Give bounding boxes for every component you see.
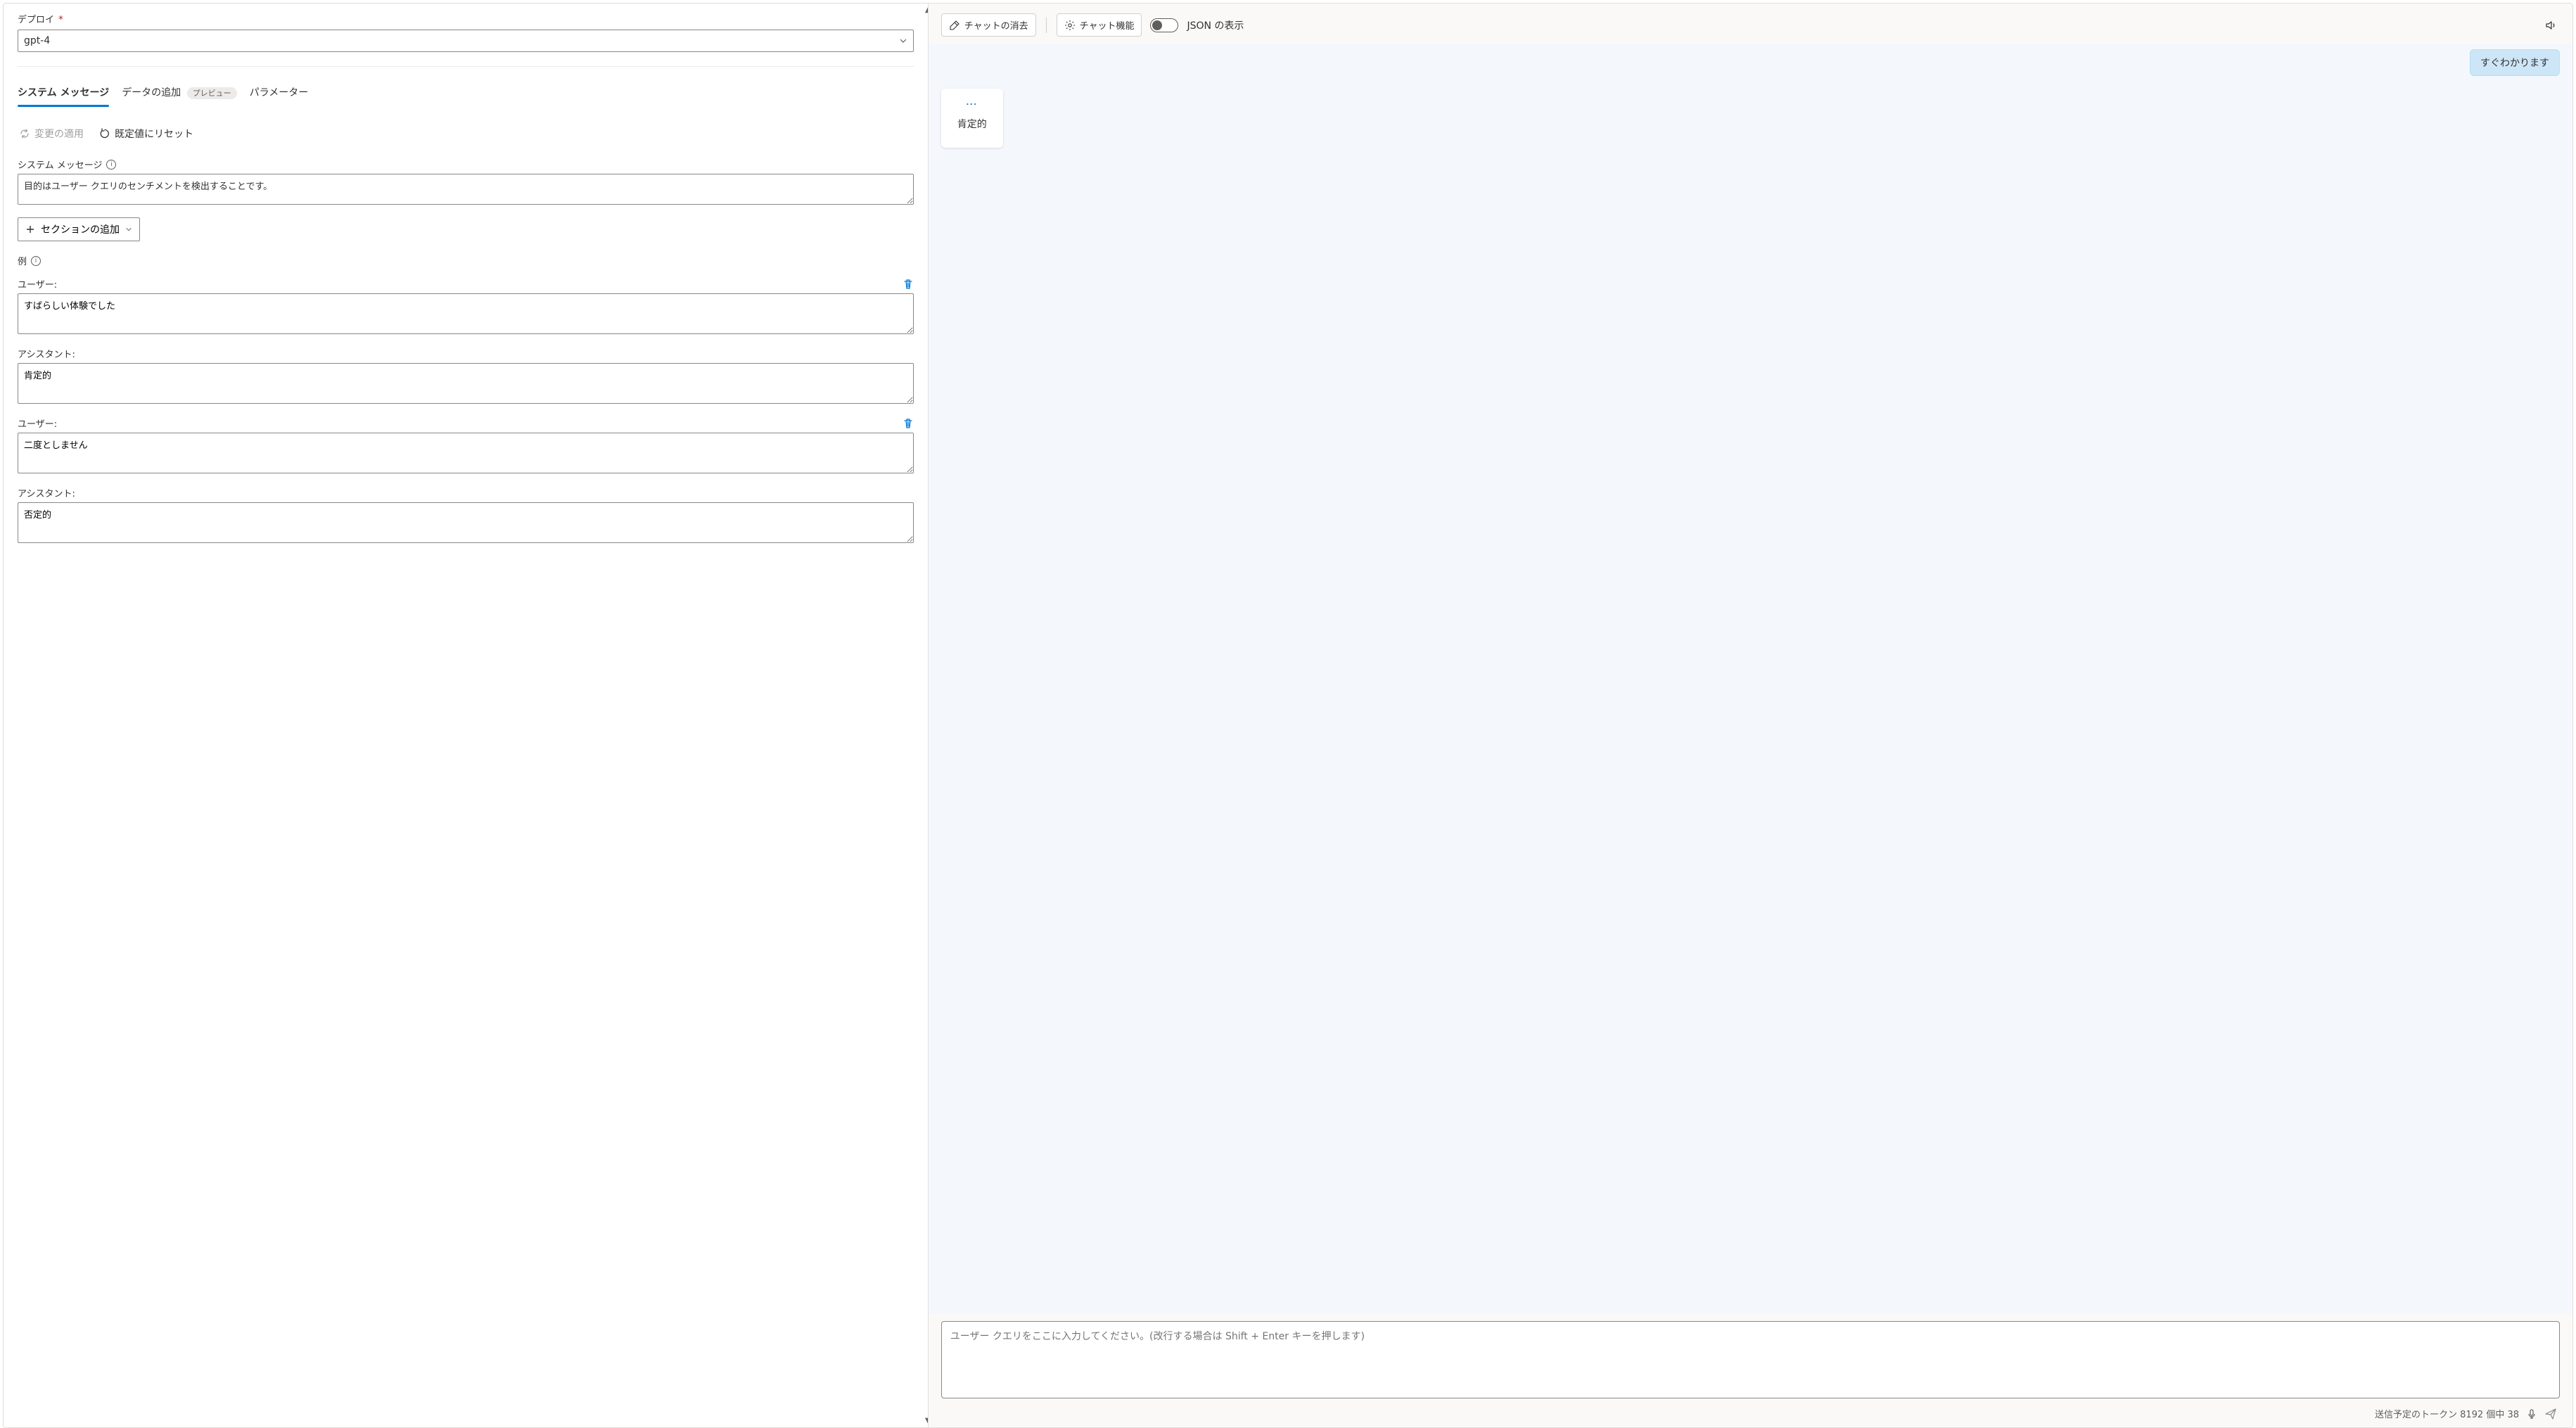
assistant-message-text: 肯定的 (954, 117, 990, 131)
apply-changes-button: 変更の適用 (18, 124, 85, 144)
tabs: システム メッセージ データの追加 プレビュー パラメーター (18, 79, 914, 107)
microphone-icon[interactable] (2526, 1408, 2537, 1420)
tab-data-add-label: データの追加 (122, 87, 181, 98)
action-row: 変更の適用 既定値にリセット (18, 124, 914, 144)
deploy-select-value: gpt-4 (24, 35, 50, 46)
reset-default-button[interactable]: 既定値にリセット (98, 124, 195, 144)
left-scroll[interactable]: デプロイ * gpt-4 システム メッセージ データの追加 プレビュー (4, 4, 928, 1427)
example-user-header: ユーザー: (18, 416, 914, 430)
chat-features-button[interactable]: チャット機能 (1057, 13, 1142, 37)
clear-chat-label: チャットの消去 (964, 18, 1028, 32)
chevron-down-icon (899, 37, 907, 45)
user-message-text: すぐわかります (2480, 58, 2549, 69)
system-message-textarea[interactable] (18, 174, 914, 205)
send-icon[interactable] (2544, 1408, 2557, 1420)
chat-features-label: チャット機能 (1080, 18, 1135, 32)
ellipsis-icon[interactable]: … (954, 96, 990, 107)
example-user-textarea[interactable] (18, 433, 914, 473)
preview-badge: プレビュー (187, 87, 237, 99)
add-section-button[interactable]: セクションの追加 (18, 217, 140, 241)
divider (18, 66, 914, 67)
trash-icon[interactable] (903, 279, 914, 290)
token-count-text: 送信予定のトークン 8192 個中 38 (2375, 1407, 2519, 1420)
system-message-label: システム メッセージ i (18, 158, 914, 171)
system-message-label-text: システム メッセージ (18, 158, 102, 171)
json-view-toggle[interactable] (1150, 18, 1178, 32)
left-panel: デプロイ * gpt-4 システム メッセージ データの追加 プレビュー (4, 4, 929, 1427)
tab-system-message-label: システム メッセージ (18, 87, 109, 98)
user-message-bubble: すぐわかります (2470, 49, 2560, 76)
example-assistant-label: アシスタント: (18, 486, 75, 499)
info-icon[interactable]: i (31, 256, 41, 266)
separator (1046, 18, 1047, 33)
apply-changes-label: 変更の適用 (34, 127, 84, 141)
gear-icon (1064, 20, 1076, 31)
deploy-label-text: デプロイ (18, 15, 54, 25)
speaker-icon[interactable] (2542, 16, 2560, 34)
example-assistant-header: アシスタント: (18, 347, 914, 360)
trash-icon[interactable] (903, 418, 914, 429)
broom-icon (949, 20, 960, 31)
info-icon[interactable]: i (106, 160, 116, 170)
tab-system-message[interactable]: システム メッセージ (18, 79, 109, 106)
chat-body[interactable]: すぐわかります … 肯定的 (929, 44, 2572, 1314)
chevron-down-icon (125, 226, 132, 233)
tab-parameters[interactable]: パラメーター (250, 79, 309, 106)
example-assistant-label: アシスタント: (18, 347, 75, 360)
app-root: デプロイ * gpt-4 システム メッセージ データの追加 プレビュー (3, 3, 2573, 1428)
example-assistant-textarea[interactable] (18, 363, 914, 404)
right-panel: チャットの消去 チャット機能 JSON の表示 すぐわかります (929, 4, 2572, 1427)
tab-parameters-label: パラメーター (250, 87, 309, 98)
chat-toolbar: チャットの消去 チャット機能 JSON の表示 (929, 4, 2572, 44)
json-view-label: JSON の表示 (1187, 18, 1244, 32)
toggle-knob (1152, 20, 1162, 30)
example-assistant-textarea[interactable] (18, 502, 914, 543)
chat-input[interactable] (941, 1321, 2560, 1398)
required-star: * (58, 15, 63, 25)
reset-default-label: 既定値にリセット (115, 127, 193, 141)
tab-data-add[interactable]: データの追加 プレビュー (122, 79, 236, 106)
example-user-label: ユーザー: (18, 277, 57, 291)
example-user-label: ユーザー: (18, 416, 57, 430)
example-user-header: ユーザー: (18, 277, 914, 291)
deploy-select[interactable]: gpt-4 (18, 30, 914, 52)
chat-footer: 送信予定のトークン 8192 個中 38 (929, 1404, 2572, 1427)
examples-heading-text: 例 (18, 254, 27, 267)
assistant-message-card: … 肯定的 (941, 89, 1003, 148)
add-section-label: セクションの追加 (41, 222, 120, 236)
clear-chat-button[interactable]: チャットの消去 (941, 13, 1036, 37)
plus-icon (25, 224, 35, 234)
example-assistant-header: アシスタント: (18, 486, 914, 499)
reset-icon (99, 128, 110, 139)
sync-icon (19, 128, 30, 139)
examples-heading: 例 i (18, 254, 914, 267)
deploy-label: デプロイ * (18, 12, 914, 25)
example-user-textarea[interactable] (18, 293, 914, 334)
chat-input-wrap (929, 1314, 2572, 1404)
